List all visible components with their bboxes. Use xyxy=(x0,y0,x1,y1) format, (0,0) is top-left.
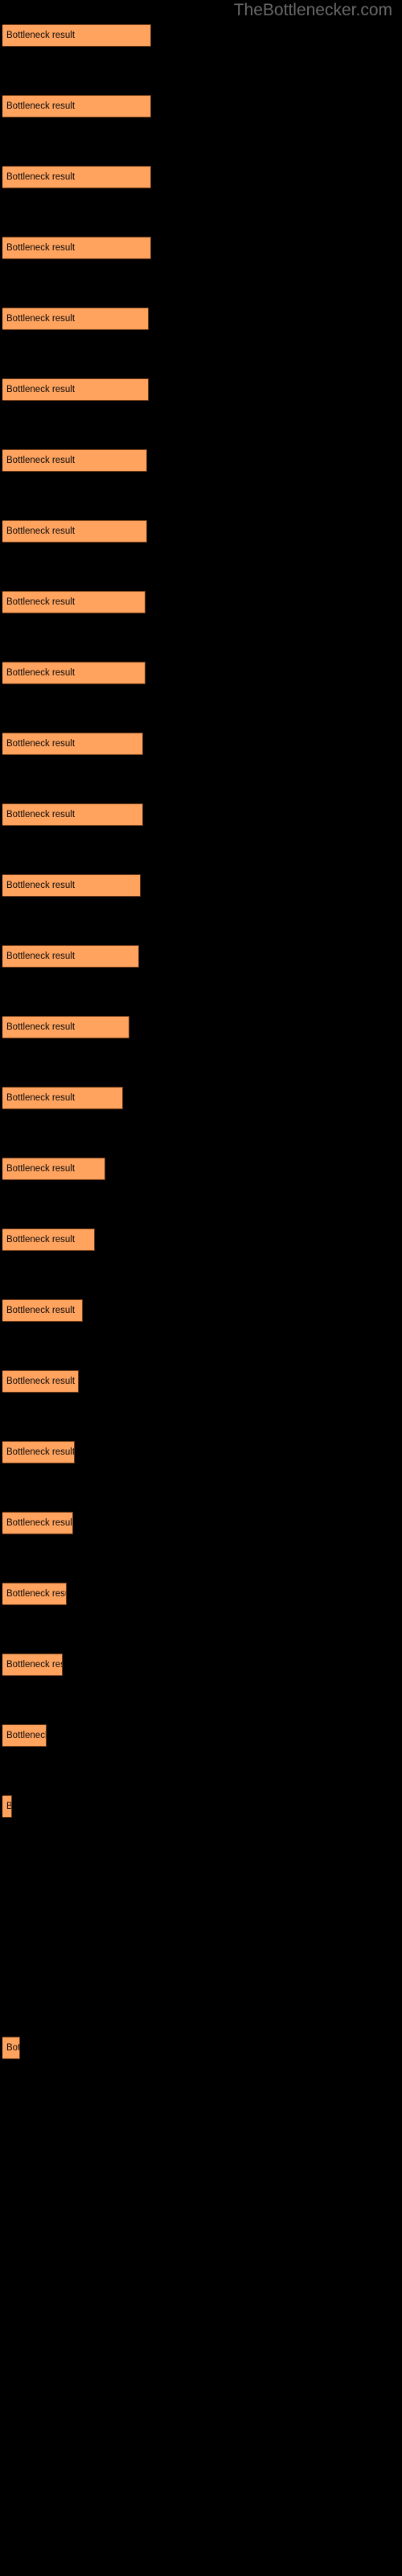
bar-label: Bottleneck result xyxy=(6,597,76,607)
bar-item[interactable]: Bottleneck result xyxy=(2,1158,105,1180)
bar-label: Bottleneck result xyxy=(6,2042,20,2053)
bar-label: Bottleneck result xyxy=(6,880,76,890)
bar-label: Bottleneck result xyxy=(6,667,76,678)
bar-item[interactable]: Bottleneck result xyxy=(2,24,151,47)
bar-label: Bottleneck result xyxy=(6,1305,76,1315)
bar-item[interactable]: Bottleneck result xyxy=(2,1724,47,1747)
bar-item[interactable]: Bottleneck result xyxy=(2,308,149,330)
bar-item[interactable]: Bottleneck result xyxy=(2,2037,20,2059)
bar-label: Bottleneck result xyxy=(6,1234,76,1245)
bar-label: Bottleneck result xyxy=(6,313,76,324)
bar-item[interactable]: Bottleneck result xyxy=(2,1512,73,1534)
bar-item[interactable]: Bottleneck result xyxy=(2,237,151,259)
bar-item[interactable]: Bottleneck result xyxy=(2,95,151,118)
bar-label: Bottleneck result xyxy=(6,1376,76,1386)
bottleneck-chart: TheBottlenecker.com Bottleneck result Bot… xyxy=(0,0,402,2576)
bar-item[interactable]: Bottleneck result xyxy=(2,1795,12,1818)
bar-label: Bottleneck result xyxy=(6,384,76,394)
bar-item[interactable]: Bottleneck result xyxy=(2,1228,95,1251)
bar-item[interactable]: Bottleneck result xyxy=(2,378,149,401)
bar-label: Bottleneck result xyxy=(6,455,76,465)
bar-label: Bottleneck result xyxy=(6,951,76,961)
bar-label: Bottleneck result xyxy=(6,1447,75,1457)
bar-label: Bottleneck result xyxy=(6,1163,76,1174)
bar-label: Bottleneck result xyxy=(6,809,76,819)
bar-label: Bottleneck result xyxy=(6,30,76,40)
bar-label: Bottleneck result xyxy=(6,171,76,182)
bar-series: Bottleneck result Bottleneck result Bottle… xyxy=(0,0,402,2576)
bar-item[interactable]: Bottleneck result xyxy=(2,449,147,472)
bar-item[interactable]: Bottleneck result xyxy=(2,1087,123,1109)
bar-item[interactable]: Bottleneck result xyxy=(2,733,143,755)
bar-label: Bottleneck result xyxy=(6,1092,76,1103)
bar-item[interactable]: Bottleneck result xyxy=(2,874,141,897)
bar-label: Bottleneck result xyxy=(6,738,76,749)
bar-label: Bottleneck result xyxy=(6,1517,73,1528)
bar-label: Bottleneck result xyxy=(6,1659,62,1670)
bar-item[interactable]: Bottleneck result xyxy=(2,945,139,968)
bar-label: Bottleneck result xyxy=(6,101,76,111)
bar-item[interactable]: Bottleneck result xyxy=(2,1653,63,1676)
bar-item[interactable]: Bottleneck result xyxy=(2,803,143,826)
bar-item[interactable]: Bottleneck result xyxy=(2,1016,129,1038)
bar-label: Bottleneck result xyxy=(6,1588,66,1599)
bar-item[interactable]: Bottleneck result xyxy=(2,662,146,684)
bar-item[interactable]: Bottleneck result xyxy=(2,591,146,613)
bar-item[interactable]: Bottleneck result xyxy=(2,166,151,188)
bar-label: Bottleneck result xyxy=(6,526,76,536)
bar-label: Bottleneck result xyxy=(6,1730,47,1740)
bar-item[interactable]: Bottleneck result xyxy=(2,520,147,543)
bar-label: Bottleneck result xyxy=(6,1022,76,1032)
bar-item[interactable]: Bottleneck result xyxy=(2,1583,67,1605)
bar-label: Bottleneck result xyxy=(6,1801,12,1811)
bar-item[interactable]: Bottleneck result xyxy=(2,1441,75,1463)
bar-item[interactable]: Bottleneck result xyxy=(2,1370,79,1393)
bar-label: Bottleneck result xyxy=(6,242,76,253)
bar-item[interactable]: Bottleneck result xyxy=(2,1299,83,1322)
